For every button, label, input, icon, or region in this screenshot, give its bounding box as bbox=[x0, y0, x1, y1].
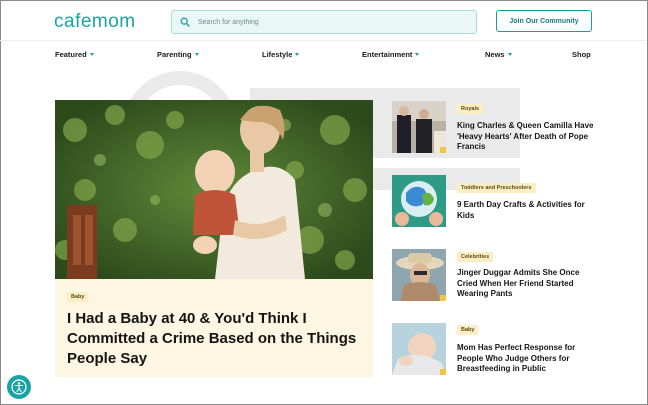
thumbnail-accent bbox=[440, 147, 446, 153]
nav-label: Shop bbox=[572, 50, 591, 59]
hero-photo bbox=[55, 100, 373, 279]
nav-label: Parenting bbox=[157, 50, 192, 59]
nav-label: Entertainment bbox=[362, 50, 413, 59]
hero-image[interactable] bbox=[55, 100, 373, 279]
hero-headline[interactable]: I Had a Baby at 40 & You'd Think I Commi… bbox=[67, 309, 367, 369]
story-photo-baby bbox=[392, 323, 446, 375]
join-community-button[interactable]: Join Our Community bbox=[496, 10, 592, 32]
nav-label: Featured bbox=[55, 50, 87, 59]
chevron-down-icon bbox=[89, 53, 94, 56]
search-bar[interactable]: Search for anything bbox=[171, 10, 477, 34]
story-photo-royals bbox=[392, 101, 446, 153]
accessibility-icon bbox=[11, 379, 27, 395]
story-thumbnail[interactable] bbox=[392, 175, 446, 227]
thumbnail-accent bbox=[440, 295, 446, 301]
story-headline[interactable]: King Charles & Queen Camilla Have 'Heavy… bbox=[457, 121, 597, 153]
nav-item-shop[interactable]: Shop bbox=[572, 50, 591, 59]
nav-item-entertainment[interactable]: Entertainment bbox=[362, 50, 420, 59]
site-logo[interactable]: cafemom bbox=[54, 11, 136, 33]
story-category-tag[interactable]: Celebrities bbox=[457, 252, 494, 262]
thumbnail-accent bbox=[440, 369, 446, 375]
story-photo-celebrity bbox=[392, 249, 446, 301]
story-thumbnail[interactable] bbox=[392, 249, 446, 301]
nav-item-lifestyle[interactable]: Lifestyle bbox=[262, 50, 300, 59]
chevron-down-icon bbox=[507, 53, 512, 56]
nav-item-news[interactable]: News bbox=[485, 50, 512, 59]
nav-label: News bbox=[485, 50, 505, 59]
header-divider bbox=[0, 40, 646, 41]
story-headline[interactable]: 9 Earth Day Crafts & Activities for Kids bbox=[457, 200, 597, 221]
story-category-tag[interactable]: Royals bbox=[457, 104, 484, 114]
chevron-down-icon bbox=[295, 53, 300, 56]
chevron-down-icon bbox=[415, 53, 420, 56]
hero-category-tag[interactable]: Baby bbox=[67, 292, 89, 302]
story-category-tag[interactable]: Toddlers and Preschoolers bbox=[457, 183, 536, 193]
story-thumbnail[interactable] bbox=[392, 323, 446, 375]
story-headline[interactable]: Jinger Duggar Admits She Once Cried When… bbox=[457, 268, 597, 300]
nav-item-featured[interactable]: Featured bbox=[55, 50, 94, 59]
story-photo-crafts bbox=[392, 175, 446, 227]
nav-label: Lifestyle bbox=[262, 50, 293, 59]
story-category-tag[interactable]: Baby bbox=[457, 325, 479, 335]
nav-item-parenting[interactable]: Parenting bbox=[157, 50, 199, 59]
search-input[interactable]: Search for anything bbox=[198, 19, 259, 26]
chevron-down-icon bbox=[194, 53, 199, 56]
story-thumbnail[interactable] bbox=[392, 101, 446, 153]
accessibility-button[interactable] bbox=[7, 375, 31, 399]
story-headline[interactable]: Mom Has Perfect Response for People Who … bbox=[457, 343, 597, 375]
search-icon[interactable] bbox=[172, 17, 198, 27]
